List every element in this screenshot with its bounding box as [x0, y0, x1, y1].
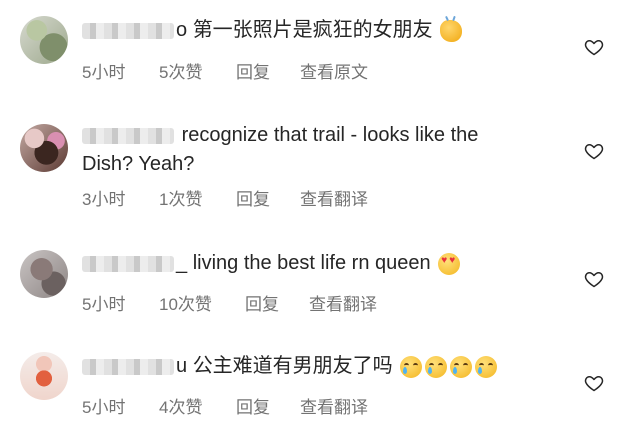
comment-text: 公主难道有男朋友了吗 — [192, 355, 393, 377]
comment-text: 第一张照片是疯狂的女朋友 — [192, 19, 433, 41]
avatar[interactable] — [20, 124, 68, 172]
translate-link[interactable]: 查看翻译 — [300, 393, 368, 418]
username-suffix[interactable]: _ — [176, 252, 187, 274]
heart-eyes-icon — [438, 252, 461, 275]
timestamp: 5小时 — [82, 398, 126, 417]
reply-button[interactable]: 回复 — [245, 290, 279, 315]
likes-count[interactable]: 10次赞 — [159, 290, 212, 315]
timestamp: 5小时 — [82, 295, 126, 314]
comment-body: recognize that trail - looks like the Di… — [82, 121, 570, 179]
likes-count[interactable]: 1次赞 — [159, 185, 202, 210]
avatar[interactable] — [20, 16, 68, 64]
clapping-hands-icon — [440, 19, 463, 42]
translate-link[interactable]: 查看原文 — [300, 58, 368, 83]
crying-face-icon — [400, 355, 423, 378]
timestamp: 5小时 — [82, 63, 126, 82]
comment-body: u 公主难道有男朋友了吗 — [82, 352, 570, 381]
username-suffix[interactable]: o — [176, 19, 187, 41]
timestamp: 3小时 — [82, 190, 126, 209]
comment-text-line: recognize that trail - looks like the — [181, 124, 479, 146]
likes-count[interactable]: 4次赞 — [159, 393, 202, 418]
comment-body: o 第一张照片是疯狂的女朋友 — [82, 16, 570, 45]
crying-face-icon — [475, 355, 498, 378]
crying-face-icon — [450, 355, 473, 378]
crying-face-icon — [425, 355, 448, 378]
username-blurred[interactable] — [82, 358, 174, 375]
avatar[interactable] — [20, 352, 68, 400]
username-blurred[interactable] — [82, 127, 174, 144]
translate-link[interactable]: 查看翻译 — [300, 185, 368, 210]
comment-text-line: Dish? Yeah? — [82, 153, 195, 175]
comment-list: o 第一张照片是疯狂的女朋友 5小时 5次赞 回复 查看原文 recognize… — [0, 0, 640, 437]
likes-count[interactable]: 5次赞 — [159, 58, 202, 83]
emoji-group — [440, 16, 465, 45]
like-heart-icon[interactable] — [584, 37, 604, 57]
username-blurred[interactable] — [82, 22, 174, 39]
username-blurred[interactable] — [82, 255, 174, 272]
translate-link[interactable]: 查看翻译 — [309, 290, 377, 315]
reply-button[interactable]: 回复 — [236, 58, 270, 83]
emoji-group — [400, 352, 500, 381]
emoji-group — [438, 249, 463, 278]
avatar[interactable] — [20, 250, 68, 298]
like-heart-icon[interactable] — [584, 141, 604, 161]
reply-button[interactable]: 回复 — [236, 393, 270, 418]
comment-text: living the best life rn queen — [192, 252, 431, 274]
comment-body: _ living the best life rn queen — [82, 249, 570, 278]
username-suffix[interactable]: u — [176, 355, 187, 377]
reply-button[interactable]: 回复 — [236, 185, 270, 210]
like-heart-icon[interactable] — [584, 269, 604, 289]
like-heart-icon[interactable] — [584, 373, 604, 393]
